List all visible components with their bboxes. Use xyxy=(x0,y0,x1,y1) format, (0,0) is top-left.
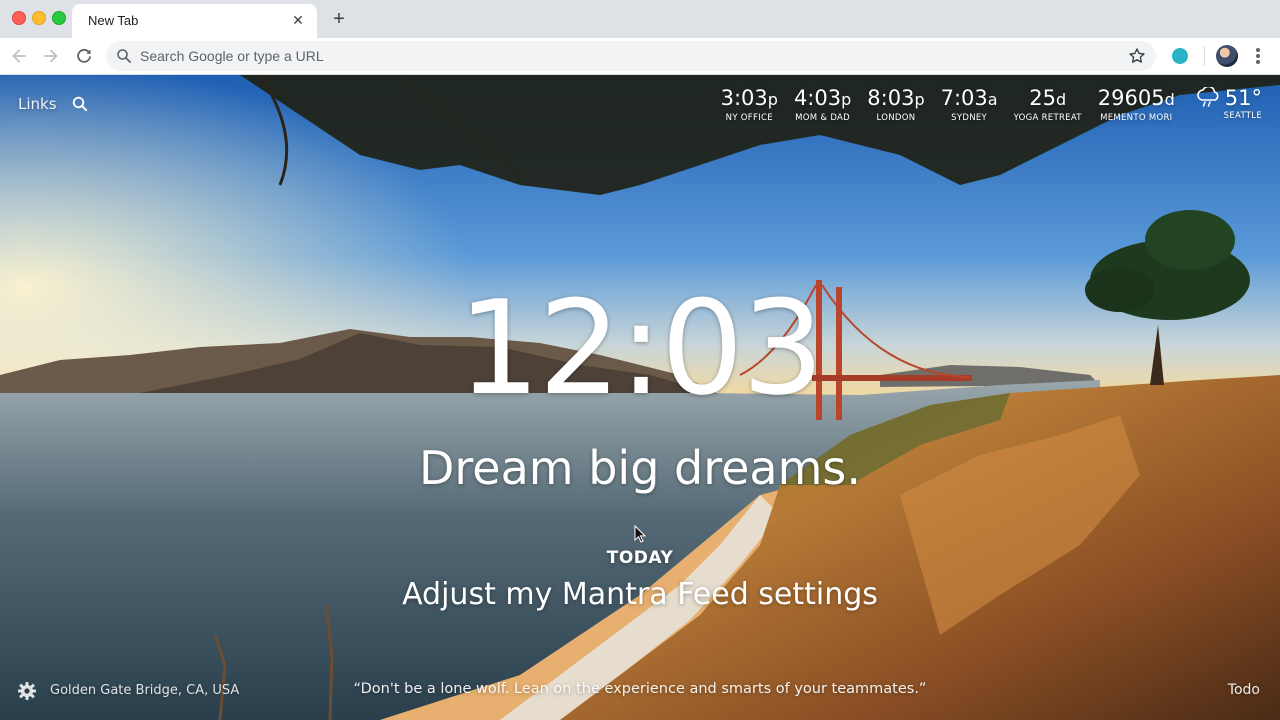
browser-toolbar: Search Google or type a URL xyxy=(0,38,1280,75)
links-button[interactable]: Links xyxy=(18,95,57,113)
countdown-memento-mori[interactable]: 29605d MEMENTO MORI xyxy=(1098,85,1175,123)
clock-suffix: p xyxy=(841,90,852,109)
more-menu-icon[interactable] xyxy=(1252,46,1264,66)
reload-icon[interactable] xyxy=(73,45,95,67)
cloud-rain-icon xyxy=(1196,87,1219,107)
world-clock-mom-dad[interactable]: 4:03p MOM & DAD xyxy=(794,85,851,123)
countdown-suffix: d xyxy=(1055,90,1067,109)
omnibox[interactable]: Search Google or type a URL xyxy=(106,41,1156,71)
tab-new-tab[interactable]: New Tab ✕ xyxy=(72,4,317,38)
browser-window: New Tab ✕ + Search Google or type a URL xyxy=(0,0,1280,720)
todo-button[interactable]: Todo xyxy=(1228,682,1260,698)
focus-label: TODAY xyxy=(606,548,674,568)
extension-icon[interactable] xyxy=(1172,48,1188,64)
world-clock-sydney[interactable]: 7:03a SYDNEY xyxy=(941,85,998,123)
clock-label: SYDNEY xyxy=(951,113,988,123)
plus-icon[interactable]: + xyxy=(328,8,350,30)
daily-quote[interactable]: “Don't be a lone wolf. Lean on the exper… xyxy=(0,681,1280,697)
countdown-label: MEMENTO MORI xyxy=(1100,113,1173,123)
weather-temperature: 51° xyxy=(1224,86,1262,110)
countdown-suffix: d xyxy=(1164,90,1175,109)
clock-suffix: a xyxy=(987,90,998,109)
weather-widget[interactable]: 51° SEATTLE xyxy=(1195,85,1262,123)
momentum-dashboard: Links 3:03p NY OFFICE 4:03p MOM & DAD 8:… xyxy=(0,75,1280,720)
forward-arrow-icon[interactable] xyxy=(40,45,62,67)
clock-time: 4:03 xyxy=(793,86,842,110)
world-clocks: 3:03p NY OFFICE 4:03p MOM & DAD 8:03p LO… xyxy=(705,85,1262,123)
close-window-button[interactable] xyxy=(12,11,26,25)
mantra[interactable]: Dream big dreams. xyxy=(0,440,1280,496)
world-clock-ny-office[interactable]: 3:03p NY OFFICE xyxy=(721,85,778,123)
focus-text[interactable]: Adjust my Mantra Feed settings xyxy=(0,575,1280,615)
world-clock-london[interactable]: 8:03p LONDON xyxy=(867,85,924,123)
clock-label: NY OFFICE xyxy=(725,113,773,123)
search-icon xyxy=(117,49,131,63)
clock-label: MOM & DAD xyxy=(795,113,851,123)
zoom-window-button[interactable] xyxy=(52,11,66,25)
tab-strip: New Tab ✕ + xyxy=(0,0,1280,38)
omnibox-placeholder: Search Google or type a URL xyxy=(140,48,324,64)
countdown-yoga-retreat[interactable]: 25d YOGA RETREAT xyxy=(1014,85,1082,123)
mouse-cursor-icon xyxy=(634,525,646,543)
countdown-label: YOGA RETREAT xyxy=(1013,113,1082,123)
back-arrow-icon[interactable] xyxy=(8,45,30,67)
profile-avatar[interactable] xyxy=(1216,45,1238,67)
tab-title: New Tab xyxy=(88,13,139,28)
countdown-value: 25 xyxy=(1029,86,1056,110)
bookmark-star-icon[interactable] xyxy=(1128,47,1146,65)
clock-suffix: p xyxy=(914,90,925,109)
close-icon[interactable]: ✕ xyxy=(289,11,307,29)
search-icon[interactable] xyxy=(72,96,88,112)
clock-time: 7:03 xyxy=(940,86,988,110)
weather-location: SEATTLE xyxy=(1223,111,1262,121)
main-clock[interactable]: 12:03 xyxy=(0,283,1280,413)
clock-label: LONDON xyxy=(876,113,916,123)
countdown-value: 29605 xyxy=(1097,86,1165,110)
clock-time: 3:03 xyxy=(720,86,768,110)
toolbar-divider xyxy=(1204,46,1205,66)
clock-time: 8:03 xyxy=(867,86,915,110)
minimize-window-button[interactable] xyxy=(32,11,46,25)
clock-suffix: p xyxy=(767,90,778,109)
